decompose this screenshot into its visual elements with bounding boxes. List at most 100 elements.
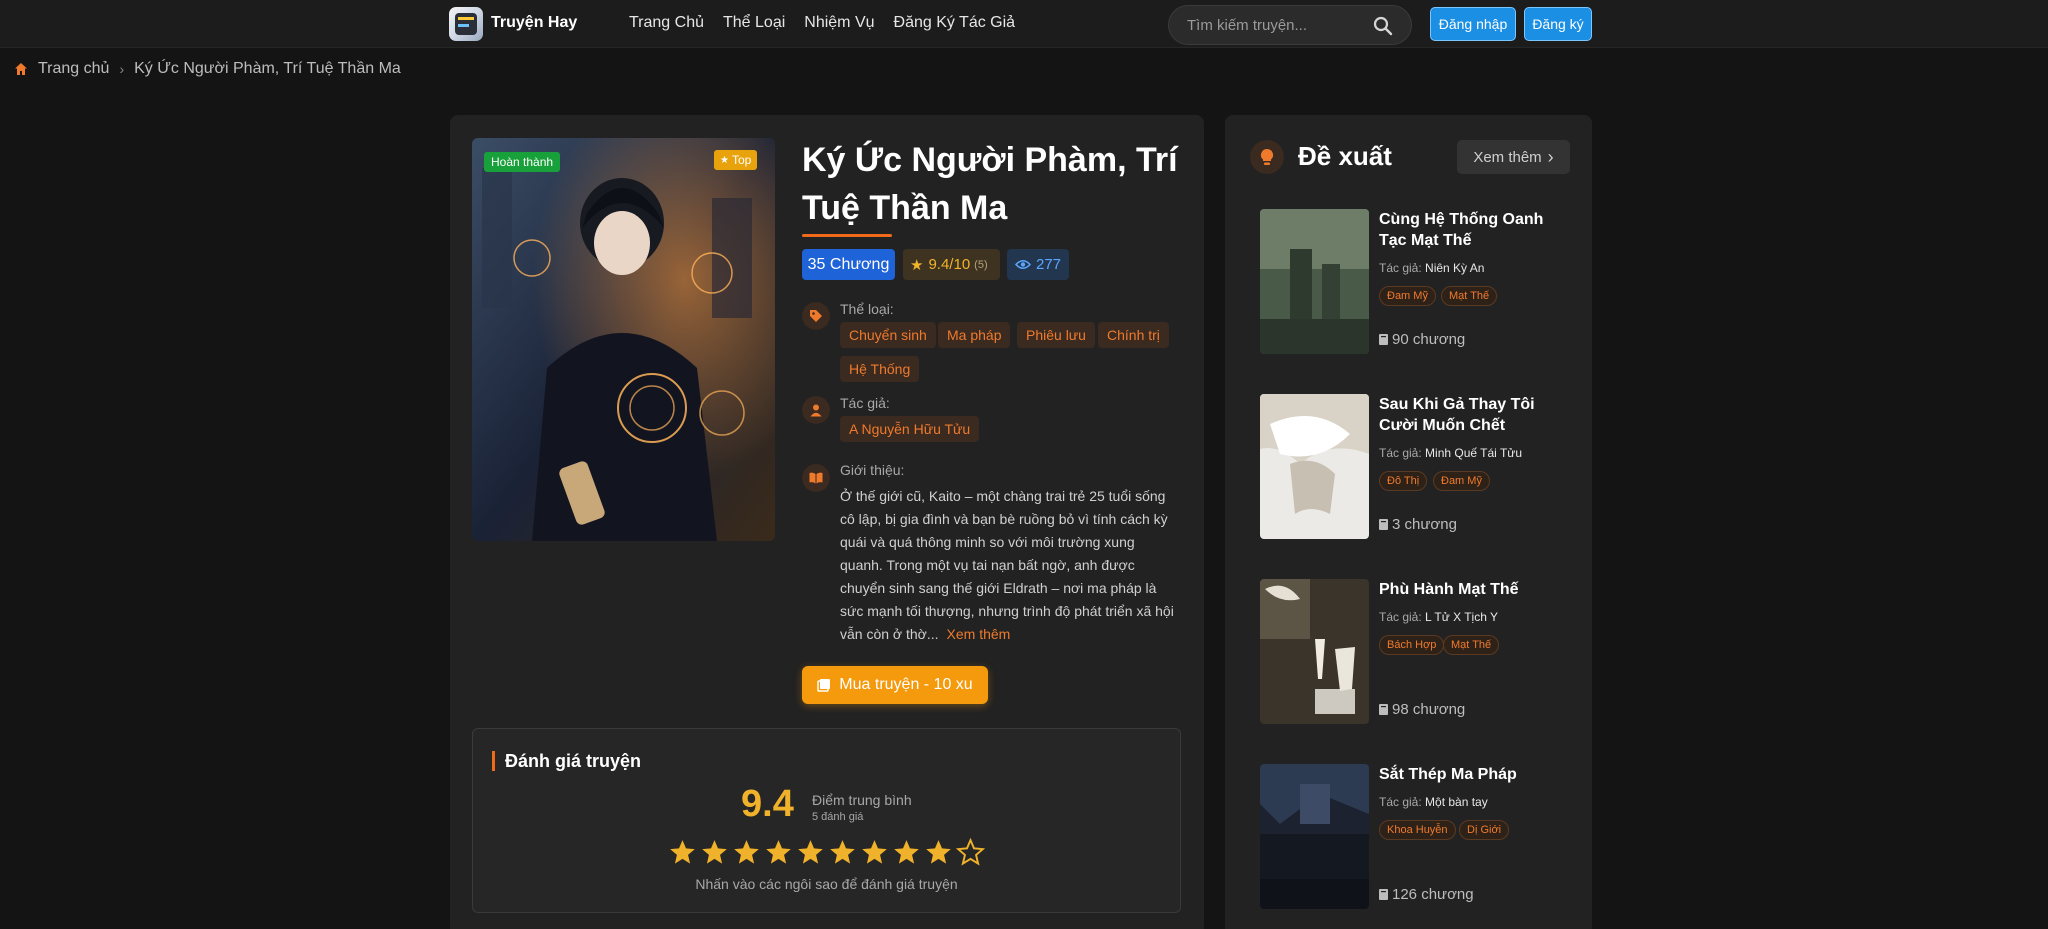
star-icon: ★: [720, 154, 729, 166]
star-icon: ★: [910, 256, 924, 274]
star-filled-icon[interactable]: [892, 838, 921, 867]
star-filled-icon[interactable]: [796, 838, 825, 867]
genre-chip[interactable]: Chính trị: [1098, 322, 1169, 348]
star-filled-icon[interactable]: [924, 838, 953, 867]
recommended-tag[interactable]: Dị Giới: [1459, 820, 1510, 840]
breadcrumb-current: Ký Ức Người Phàm, Trí Tuệ Thần Ma: [134, 60, 401, 77]
recommended-tag[interactable]: Đô Thị: [1379, 471, 1428, 491]
main-nav: Trang Chủ Thể Loại Nhiệm Vụ Đăng Ký Tác …: [629, 14, 1034, 32]
star-filled-icon[interactable]: [668, 838, 697, 867]
views-badge: 277: [1007, 249, 1069, 280]
recommended-tag[interactable]: Khoa Huyễn: [1379, 820, 1456, 840]
title-underline: [802, 234, 892, 237]
user-icon: [802, 396, 830, 424]
recommended-tag[interactable]: Mạt Thế: [1441, 286, 1498, 306]
tag-icon: [802, 302, 830, 330]
breadcrumb: Trang chủ › Ký Ức Người Phàm, Trí Tuệ Th…: [14, 60, 401, 78]
nav-genres[interactable]: Thể Loại: [723, 14, 785, 32]
see-more-button[interactable]: Xem thêm ›: [1457, 140, 1570, 174]
genre-chip[interactable]: Chuyển sinh: [840, 322, 936, 348]
site-logo[interactable]: [449, 7, 483, 41]
register-button[interactable]: Đăng ký: [1524, 7, 1592, 41]
rating-hint: Nhấn vào các ngôi sao để đánh giá truyện: [695, 876, 958, 892]
rating-section-title: Đánh giá truyện: [492, 751, 641, 771]
recommended-chapters: 126 chương: [1379, 886, 1474, 903]
recommended-tag[interactable]: Bách Hợp: [1379, 635, 1445, 655]
rating-count-label: 5 đánh giá: [812, 811, 864, 823]
rating-badge: ★ 9.4/10 (5): [903, 249, 1000, 280]
recommended-tag[interactable]: Đam Mỹ: [1433, 471, 1490, 491]
recommended-author: Tác giả: L Tử X Tịch Y: [1379, 610, 1498, 624]
nav-author-register[interactable]: Đăng Ký Tác Giả: [894, 14, 1016, 32]
chevron-right-icon: ›: [1547, 147, 1554, 167]
recommended-author: Tác giả: Niên Kỳ An: [1379, 261, 1484, 275]
recommended-author-name: L Tử X Tịch Y: [1425, 610, 1498, 624]
star-empty-icon[interactable]: [956, 838, 985, 867]
star-filled-icon[interactable]: [700, 838, 729, 867]
recommended-title[interactable]: Cùng Hệ Thống Oanh Tạc Mạt Thế: [1379, 209, 1554, 251]
star-filled-icon[interactable]: [732, 838, 761, 867]
lightbulb-icon: [1250, 140, 1284, 174]
star-filled-icon[interactable]: [860, 838, 889, 867]
cover-illustration: [472, 138, 775, 541]
recommended-tag[interactable]: Đam Mỹ: [1379, 286, 1436, 306]
genre-chip[interactable]: Ma pháp: [938, 322, 1011, 348]
recommended-story[interactable]: Phù Hành Mạt Thế Tác giả: L Tử X Tịch Y …: [1260, 579, 1570, 724]
recommended-cover[interactable]: [1260, 394, 1369, 539]
chapter-count-badge[interactable]: 35 Chương: [802, 249, 895, 280]
recommended-cover[interactable]: [1260, 579, 1369, 724]
average-score-label: Điểm trung bình: [812, 792, 912, 808]
recommended-story[interactable]: Sau Khi Gả Thay Tôi Cười Muốn Chết Tác g…: [1260, 394, 1570, 539]
average-score: 9.4: [741, 783, 794, 825]
recommended-chapters-count: 126 chương: [1392, 886, 1474, 903]
story-cover-image: [472, 138, 775, 541]
recommended-title[interactable]: Sau Khi Gả Thay Tôi Cười Muốn Chết: [1379, 394, 1554, 436]
star-filled-icon[interactable]: [828, 838, 857, 867]
nav-home[interactable]: Trang Chủ: [629, 14, 704, 32]
summary-text: Ở thế giới cũ, Kaito – một chàng trai tr…: [840, 488, 1174, 642]
buy-story-button[interactable]: Mua truyện - 10 xu: [802, 666, 988, 704]
book-icon: [1379, 704, 1388, 715]
breadcrumb-home[interactable]: Trang chủ: [38, 60, 109, 78]
see-more-label: Xem thêm: [1473, 148, 1542, 166]
read-more-link[interactable]: Xem thêm: [947, 626, 1011, 642]
recommended-story[interactable]: Cùng Hệ Thống Oanh Tạc Mạt Thế Tác giả: …: [1260, 209, 1570, 354]
views-count: 277: [1036, 256, 1062, 273]
top-badge: ★ Top: [714, 150, 758, 170]
recommended-author-prefix: Tác giả:: [1379, 446, 1422, 460]
genre-label: Thể loại:: [840, 301, 894, 317]
recommended-chapters-count: 90 chương: [1392, 331, 1466, 348]
recommended-author-name: Minh Quế Tái Tửu: [1425, 446, 1522, 460]
recommended-title[interactable]: Phù Hành Mạt Thế: [1379, 579, 1554, 600]
star-filled-icon[interactable]: [764, 838, 793, 867]
genre-chip[interactable]: Hệ Thống: [840, 356, 920, 382]
recommended-author-name: Một bàn tay: [1425, 795, 1488, 809]
login-button[interactable]: Đăng nhập: [1430, 7, 1516, 41]
recommended-tag[interactable]: Mạt Thế: [1443, 635, 1500, 655]
story-title: Ký Ức Người Phàm, Trí Tuệ Thần Ma: [802, 141, 1178, 227]
recommended-cover[interactable]: [1260, 209, 1369, 354]
recommended-author-prefix: Tác giả:: [1379, 261, 1422, 275]
brand-name[interactable]: Truyện Hay: [491, 14, 577, 32]
book-icon: [1379, 519, 1388, 530]
intro-label: Giới thiệu:: [840, 462, 905, 478]
recommended-author-prefix: Tác giả:: [1379, 795, 1422, 809]
recommended-author: Tác giả: Minh Quế Tái Tửu: [1379, 446, 1522, 460]
book-icon: [1379, 334, 1388, 345]
genre-chip[interactable]: Phiêu lưu: [1017, 322, 1095, 348]
nav-missions[interactable]: Nhiệm Vụ: [804, 14, 874, 32]
recommended-chapters-count: 3 chương: [1392, 516, 1457, 533]
search-icon[interactable]: [1373, 16, 1393, 36]
top-navbar: Truyện Hay Trang Chủ Thể Loại Nhiệm Vụ Đ…: [0, 0, 2048, 48]
recommended-title[interactable]: Sắt Thép Ma Pháp: [1379, 764, 1554, 785]
author-label: Tác giả:: [840, 395, 890, 411]
books-icon: [817, 679, 831, 692]
recommended-chapters: 90 chương: [1379, 331, 1465, 348]
recommended-cover[interactable]: [1260, 764, 1369, 909]
home-icon: [15, 63, 27, 75]
recommended-story[interactable]: Sắt Thép Ma Pháp Tác giả: Một bàn tay Kh…: [1260, 764, 1570, 909]
author-chip[interactable]: A Nguyễn Hữu Tửu: [840, 416, 980, 442]
status-badge: Hoàn thành: [484, 152, 561, 172]
search-input[interactable]: [1187, 15, 1367, 35]
book-open-icon: [802, 464, 830, 492]
